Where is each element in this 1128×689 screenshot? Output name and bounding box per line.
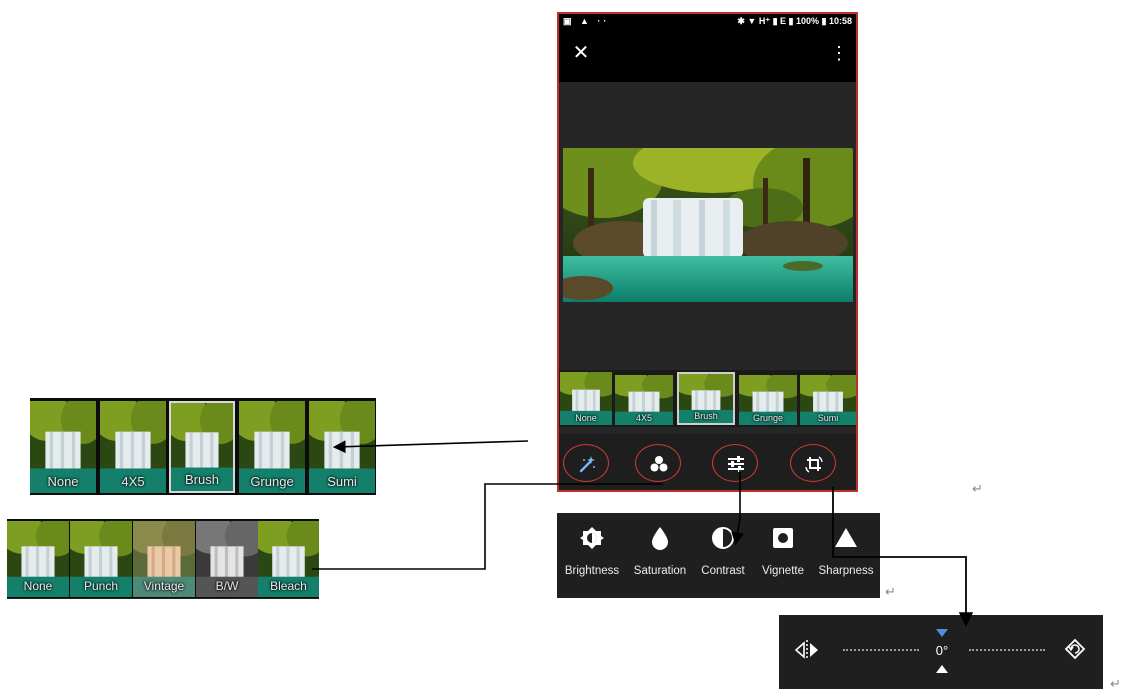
tab-filters[interactable] xyxy=(635,444,681,482)
return-mark: ↵ xyxy=(1110,676,1121,689)
filter-label: Grunge xyxy=(250,474,294,489)
adjust-label: Saturation xyxy=(633,565,687,577)
filter-thumb[interactable]: Grunge xyxy=(739,375,797,425)
filter-label: Sumi xyxy=(817,413,839,423)
divider xyxy=(7,598,319,599)
filter-label: 4X5 xyxy=(635,413,652,423)
crop-rotate-icon xyxy=(805,456,823,473)
filter-thumb[interactable]: Punch xyxy=(70,521,132,597)
filter-label: None xyxy=(47,474,79,489)
filter-thumb[interactable]: Grunge xyxy=(239,401,305,493)
filter-thumb[interactable]: B/W xyxy=(196,521,258,597)
tab-crop-rotate[interactable] xyxy=(790,444,836,482)
filter-thumb[interactable]: Brush xyxy=(169,401,235,493)
filters-icon xyxy=(650,456,668,472)
adjustments-panel: Brightness Saturation Contrast Vignette … xyxy=(557,513,880,598)
rotate-icon[interactable] xyxy=(1063,637,1087,661)
adjust-label: Brightness xyxy=(564,565,620,577)
filter-thumb[interactable]: 4X5 xyxy=(100,401,166,493)
rotation-marker-icon xyxy=(936,629,948,637)
adjust-label: Contrast xyxy=(701,565,745,577)
filter-thumb[interactable]: 4X5 xyxy=(615,375,673,425)
filter-label: B/W xyxy=(215,579,239,593)
rotation-scale-right[interactable] xyxy=(969,649,1045,651)
adjust-vignette[interactable]: Vignette xyxy=(753,525,813,589)
filter-label: 4X5 xyxy=(121,474,145,489)
adjust-contrast[interactable]: Contrast xyxy=(693,525,753,589)
contrast-icon xyxy=(712,527,734,549)
triangle-icon xyxy=(835,528,857,547)
tab-adjust[interactable] xyxy=(712,444,758,482)
filter-strip-expanded: None 4X5 Brush Grunge Sumi xyxy=(30,398,376,495)
vignette-icon xyxy=(773,528,793,548)
editor-tab-bar xyxy=(559,434,856,490)
filter-label: Vintage xyxy=(143,579,185,593)
filter-label: Grunge xyxy=(752,413,784,423)
brightness-icon xyxy=(580,527,604,549)
photo-preview xyxy=(563,148,853,302)
status-bar: ▣ ▲ ·· ✱ ▼ H⁺ ▮ E ▮ 100% ▮ 10:58 xyxy=(559,14,856,28)
filter-label: Punch xyxy=(83,579,119,593)
rotation-scale-left[interactable] xyxy=(843,649,919,651)
filter-label: Bleach xyxy=(270,579,307,593)
filter-thumb[interactable]: None xyxy=(7,521,69,597)
filter-thumb[interactable]: Brush xyxy=(677,372,735,425)
filter-thumb[interactable]: Bleach xyxy=(258,521,319,597)
return-mark: ↵ xyxy=(972,481,983,496)
return-mark: ↵ xyxy=(885,584,896,599)
filter-label: None xyxy=(23,579,53,593)
filter-strip-styles: None Punch Vintage B/W Bleach xyxy=(7,519,319,598)
drop-icon xyxy=(652,527,668,550)
filter-label: Sumi xyxy=(327,474,357,489)
rotation-handle-icon[interactable] xyxy=(936,665,948,673)
rotation-angle: 0° xyxy=(935,643,949,658)
filter-label: Brush xyxy=(185,472,219,487)
tab-auto[interactable] xyxy=(563,444,609,482)
tune-icon xyxy=(728,456,744,472)
adjust-saturation[interactable]: Saturation xyxy=(627,525,693,589)
adjust-label: Vignette xyxy=(762,565,804,577)
filter-thumb[interactable]: None xyxy=(560,372,612,425)
status-icons-left: ▣ ▲ ·· xyxy=(563,16,610,26)
filter-thumb[interactable]: Sumi xyxy=(800,375,856,425)
flip-icon[interactable] xyxy=(793,639,821,661)
phone-screen: ▣ ▲ ·· ✱ ▼ H⁺ ▮ E ▮ 100% ▮ 10:58 ✕ ⋮ Non… xyxy=(557,12,858,492)
more-vert-icon[interactable]: ⋮ xyxy=(830,41,848,65)
adjust-brightness[interactable]: Brightness xyxy=(557,525,627,589)
filter-strip: None 4X5 Brush Grunge Sumi xyxy=(559,370,856,427)
magic-wand-icon xyxy=(579,456,595,473)
filter-thumb[interactable]: Sumi xyxy=(309,401,375,493)
filter-thumb[interactable]: None xyxy=(30,401,96,493)
adjust-sharpness[interactable]: Sharpness xyxy=(813,525,879,589)
filter-label: None xyxy=(575,413,597,423)
status-icons-right: ✱ ▼ H⁺ ▮ E ▮ 100% ▮ 10:58 xyxy=(737,16,852,26)
filter-label: Brush xyxy=(694,411,718,421)
rotation-panel: 0° xyxy=(779,615,1103,689)
adjust-label: Sharpness xyxy=(818,565,874,577)
filter-thumb[interactable]: Vintage xyxy=(133,521,195,597)
close-icon[interactable]: ✕ xyxy=(571,43,591,63)
app-bar: ✕ ⋮ xyxy=(559,28,856,82)
